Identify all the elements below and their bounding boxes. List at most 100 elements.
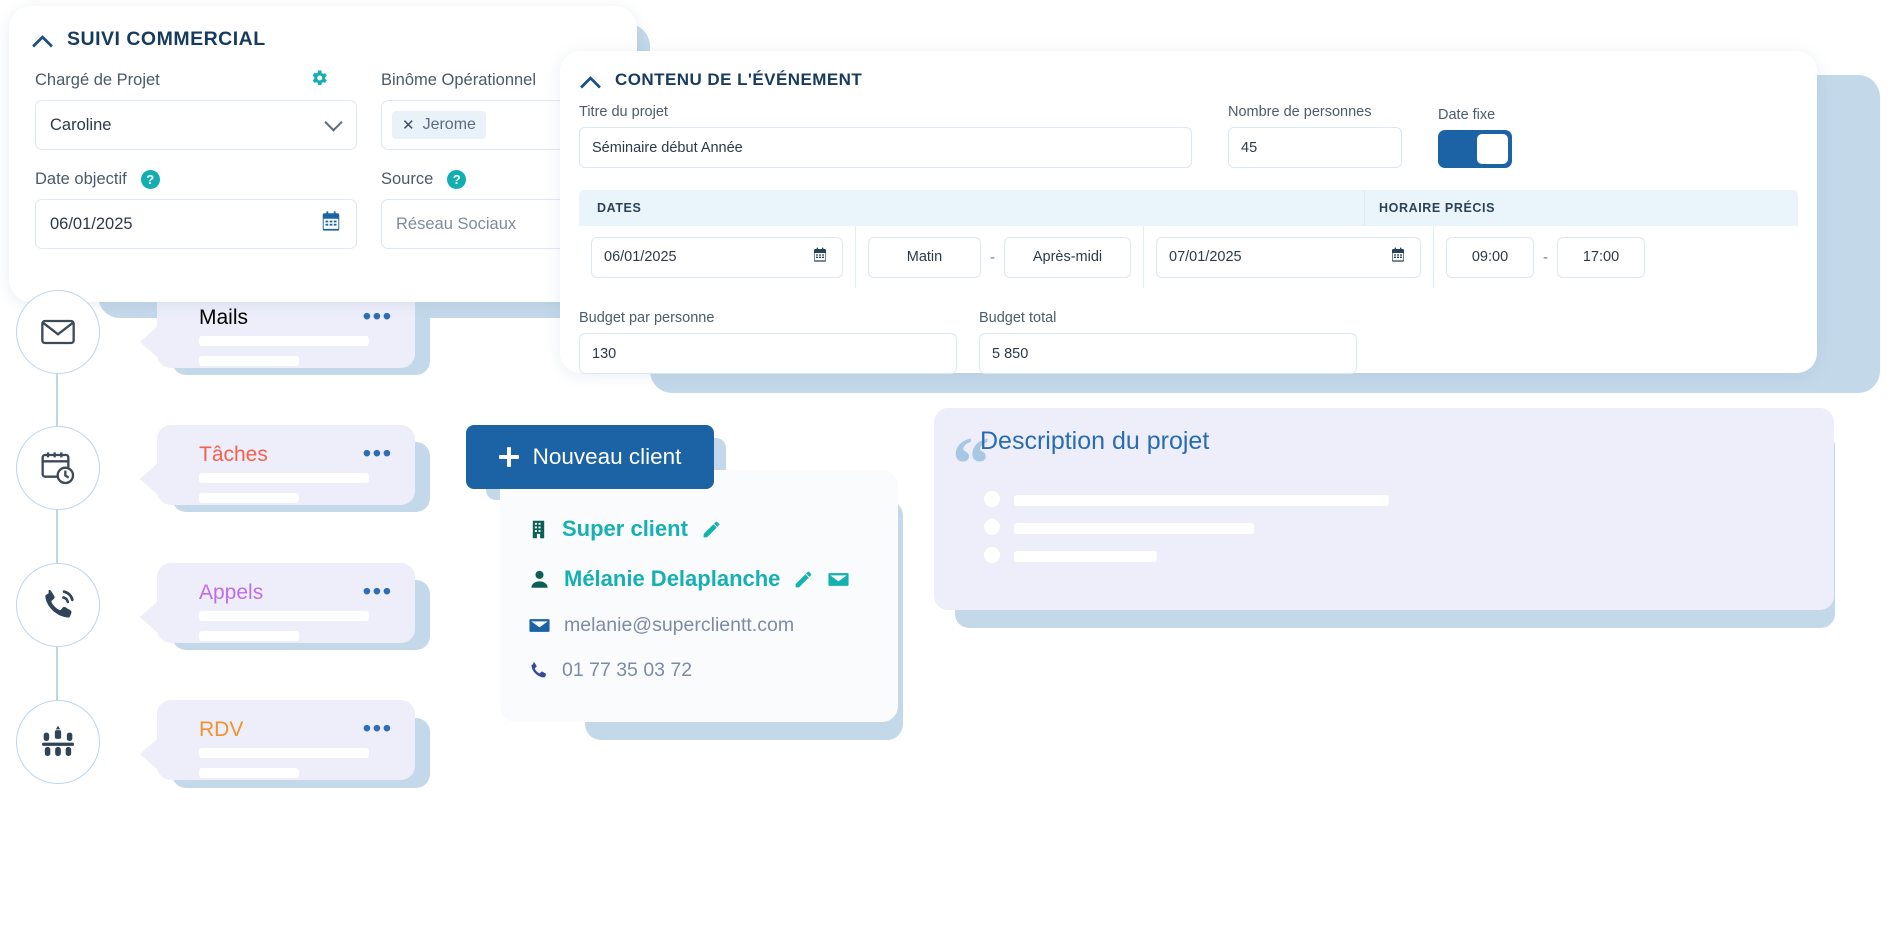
titre-projet-input[interactable]: Séminaire début Année	[579, 127, 1192, 168]
client-phone-row: 01 77 35 03 72	[528, 659, 898, 682]
appels-menu-button[interactable]: •••	[363, 580, 393, 603]
start-period-button[interactable]: Matin	[868, 236, 981, 278]
cell-start-date: 06/01/2025	[579, 226, 855, 288]
skeleton-line	[199, 768, 299, 778]
field-charge-de-projet: Chargé de Projet Caroline	[35, 69, 357, 150]
gear-icon[interactable]	[309, 68, 329, 92]
skeleton-line	[199, 493, 299, 503]
taches-bubble[interactable]: Tâches •••	[140, 425, 415, 505]
skeleton-line	[199, 631, 299, 641]
field-nombre-personnes: Nombre de personnes 45	[1228, 104, 1402, 168]
envelope-icon	[528, 614, 551, 637]
client-card-body: Super client Mélanie Delaplanche melanie…	[500, 470, 898, 682]
skeleton-line	[199, 356, 299, 366]
mails-menu-button[interactable]: •••	[363, 305, 393, 328]
charge-de-projet-value: Caroline	[50, 115, 112, 134]
chevron-up-icon[interactable]	[581, 74, 602, 87]
calendar-icon[interactable]	[812, 247, 828, 267]
rdv-bubble[interactable]: RDV •••	[140, 700, 415, 780]
dates-table-body: 06/01/2025 Matin - Après-midi 07/01/2025…	[579, 226, 1798, 288]
client-company-name: Super client	[562, 516, 688, 541]
start-date-value: 06/01/2025	[604, 249, 677, 265]
contenu-evenement-card: CONTENU DE L'ÉVÉNEMENT Titre du projet S…	[560, 51, 1817, 374]
timeline-node-taches[interactable]	[16, 426, 100, 510]
charge-de-projet-label: Chargé de Projet	[35, 70, 160, 89]
period-separator: -	[990, 248, 995, 266]
skeleton-line	[199, 611, 369, 621]
binome-tag-label: Jerome	[422, 116, 476, 133]
nombre-personnes-label: Nombre de personnes	[1228, 104, 1372, 120]
charge-de-projet-label-row: Chargé de Projet	[35, 69, 357, 91]
timeline-label-rdv: RDV	[199, 718, 244, 741]
nombre-personnes-value: 45	[1241, 139, 1258, 156]
building-icon	[528, 519, 549, 540]
field-budget-par-personne: Budget par personne 130	[579, 310, 957, 374]
date-objectif-input[interactable]: 06/01/2025	[35, 199, 357, 249]
start-time-input[interactable]: 09:00	[1446, 236, 1534, 278]
rdv-menu-button[interactable]: •••	[363, 717, 393, 740]
cell-periods: Matin - Après-midi	[856, 226, 1143, 288]
toggle-knob	[1477, 134, 1508, 164]
close-icon[interactable]: ✕	[402, 116, 415, 134]
meeting-table-icon	[42, 725, 74, 756]
calendar-icon[interactable]	[320, 211, 342, 238]
source-label: Source	[381, 169, 434, 188]
budget-total-value: 5 850	[992, 345, 1029, 362]
taches-menu-button[interactable]: •••	[363, 442, 393, 465]
description-bullet	[984, 547, 1000, 563]
pencil-icon[interactable]	[701, 519, 722, 540]
field-budget-total: Budget total 5 850	[979, 310, 1357, 374]
envelope-icon[interactable]	[827, 568, 850, 591]
start-date-input[interactable]: 06/01/2025	[591, 236, 843, 278]
client-email[interactable]: melanie@superclientt.com	[564, 614, 794, 637]
budget-par-personne-label: Budget par personne	[579, 310, 715, 326]
cell-times: 09:00 - 17:00	[1434, 226, 1657, 288]
start-period-value: Matin	[906, 249, 943, 265]
date-fixe-toggle[interactable]	[1438, 130, 1512, 168]
budget-par-personne-input[interactable]: 130	[579, 333, 957, 374]
end-date-input[interactable]: 07/01/2025	[1156, 236, 1421, 278]
event-card-header[interactable]: CONTENU DE L'ÉVÉNEMENT	[560, 51, 1817, 90]
client-contact-name: Mélanie Delaplanche	[564, 566, 781, 591]
app-canvas: SUIVI COMMERCIAL Chargé de Projet Caroli…	[0, 0, 1891, 945]
description-card: “ Description du projet	[934, 408, 1834, 610]
skeleton-line	[199, 336, 369, 346]
budget-row: Budget par personne 130 Budget total 5 8…	[560, 288, 1817, 374]
client-card: Super client Mélanie Delaplanche melanie…	[500, 470, 898, 722]
titre-projet-value: Séminaire début Année	[592, 139, 743, 156]
dates-table-header: DATES HORAIRE PRÉCIS	[579, 190, 1798, 226]
binome-tag[interactable]: ✕ Jerome	[392, 111, 486, 139]
binome-operationnel-label: Binôme Opérationnel	[381, 70, 537, 89]
timeline-label-taches: Tâches	[199, 443, 268, 466]
phone-ring-icon	[45, 589, 74, 618]
titre-projet-label: Titre du projet	[579, 104, 668, 120]
client-phone[interactable]: 01 77 35 03 72	[562, 659, 692, 682]
appels-bubble[interactable]: Appels •••	[140, 563, 415, 643]
help-icon[interactable]: ?	[140, 169, 160, 189]
charge-de-projet-select[interactable]: Caroline	[35, 100, 357, 150]
timeline-label-appels: Appels	[199, 581, 264, 604]
end-period-value: Après-midi	[1032, 249, 1103, 265]
nombre-personnes-input[interactable]: 45	[1228, 127, 1402, 168]
budget-total-input[interactable]: 5 850	[979, 333, 1357, 374]
timeline-node-mails[interactable]	[16, 290, 100, 374]
chevron-up-icon[interactable]	[33, 33, 54, 46]
suivi-card-header[interactable]: SUIVI COMMERCIAL	[9, 6, 637, 51]
calendar-icon[interactable]	[1390, 247, 1406, 267]
description-bullet	[984, 491, 1000, 507]
client-email-row: melanie@superclientt.com	[528, 614, 898, 637]
help-icon[interactable]: ?	[447, 169, 467, 189]
pencil-icon[interactable]	[793, 569, 814, 590]
dates-table: DATES HORAIRE PRÉCIS 06/01/2025 Matin - …	[579, 190, 1798, 288]
end-time-input[interactable]: 17:00	[1557, 236, 1645, 278]
field-date-fixe: Date fixe	[1438, 107, 1512, 168]
timeline-node-rdv[interactable]	[16, 700, 100, 784]
new-client-button[interactable]: Nouveau client	[466, 425, 714, 489]
new-client-button-label: Nouveau client	[532, 444, 682, 469]
start-time-value: 09:00	[1471, 249, 1509, 265]
phone-icon	[528, 660, 549, 681]
timeline-node-appels[interactable]	[16, 563, 100, 647]
end-period-button[interactable]: Après-midi	[1004, 236, 1131, 278]
calendar-clock-icon	[41, 452, 75, 485]
end-time-value: 17:00	[1582, 249, 1620, 265]
